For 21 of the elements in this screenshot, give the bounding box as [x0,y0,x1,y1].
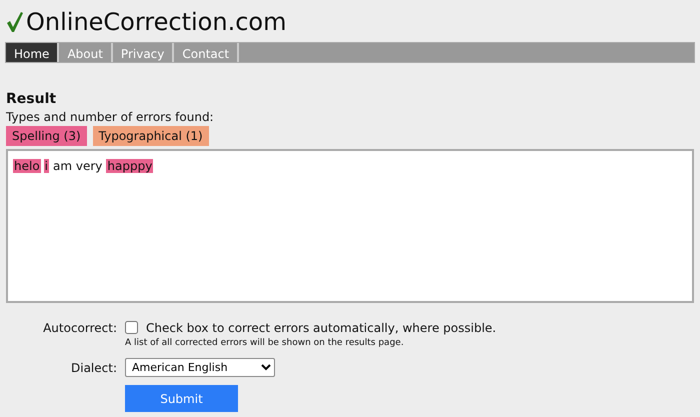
error-word: happpy [106,158,154,173]
site-logo[interactable]: OnlineCorrection.com [26,10,286,34]
field-label: Autocorrect: [42,320,118,337]
error-word: helo [13,158,41,173]
error-type-tag: Spelling (3) [6,126,87,146]
summary-text: Types and number of errors found: [6,108,215,126]
submit-button[interactable]: Submit [125,385,238,412]
field-label: Dialect: [70,360,118,377]
checkbox-label: Check box to correct errors automatically, where possible. [146,320,496,337]
nav-tab[interactable]: Contact [174,43,240,62]
nav-tab[interactable]: Privacy [112,43,174,62]
dialect-dropdown[interactable]: American English [125,358,275,378]
checkmark-icon [6,11,24,33]
autocorrect-checkbox[interactable] [125,321,138,334]
help-text: A list of all corrected errors will be shown on the results page. [125,336,405,350]
error-word: i [44,158,50,173]
error-type-tag: Typographical (1) [92,126,209,146]
nav-tab[interactable]: Home [6,43,60,62]
nav-tab[interactable]: About [59,43,113,62]
text-words: am very [52,158,104,173]
section-heading: Result [6,91,58,108]
